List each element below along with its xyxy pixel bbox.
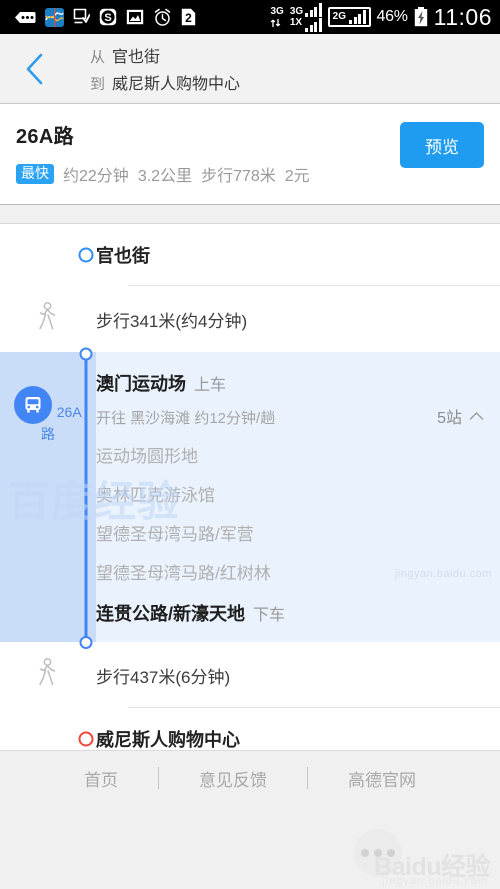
timeline-destination-content: 威尼斯人购物中心 (96, 726, 500, 752)
timeline-walk-first-content: 步行341米(约4分钟) (96, 307, 500, 332)
list-item: 运动场圆形地 (96, 447, 198, 466)
status-bar: S 2 3G 3G 1X 2G 46% 11:06 (0, 0, 500, 34)
footer-link-feedback[interactable]: 意见反馈 (159, 766, 307, 791)
status-bar-icons: S 2 (14, 7, 262, 27)
origin-row: 从 官也街 (90, 43, 240, 67)
footer-link-official-site[interactable]: 高德官网 (308, 766, 456, 791)
bus-line-badge: 26A路 (8, 386, 88, 444)
battery-percent: 46% (376, 8, 408, 25)
network-secondary-top-label: 3G (289, 5, 304, 17)
footer-nav: 首页 意见反馈 高德官网 (0, 750, 500, 805)
destination-row: 到 威尼斯人购物中心 (90, 70, 240, 94)
network-primary-label: 3G (270, 5, 284, 17)
bus-headway-info: 开往 黑沙海滩 约12分钟/趟 (96, 410, 276, 427)
footer-link-home[interactable]: 首页 (44, 766, 158, 791)
destination-label: 威尼斯人购物中心 (96, 730, 240, 750)
list-item: 望德圣母湾马路/军营 (96, 525, 254, 544)
timeline-walk-second-row: 步行437米(6分钟) (0, 642, 500, 708)
stop-count-label: 5站 (437, 410, 462, 427)
nav-header: 从 官也街 到 威尼斯人购物中心 (0, 34, 500, 104)
origin-destination-block: 从 官也街 到 威尼斯人购物中心 (70, 43, 240, 94)
alight-stop-name: 连贯公路/新濠天地 (96, 604, 246, 624)
chevron-left-icon (26, 53, 43, 84)
route-fare: 2元 (284, 168, 310, 185)
app-root: S 2 3G 3G 1X 2G 46% 11:06 从 官也街 到 威尼斯人购物… (0, 0, 500, 889)
stop-count-toggle[interactable]: 5站 (437, 404, 484, 428)
route-duration: 约22分钟 (63, 168, 129, 185)
network-boxed-2g: 2G (327, 7, 371, 27)
alight-stop-row: 连贯公路/新濠天地 下车 (96, 600, 484, 626)
preview-button[interactable]: 预览 (400, 122, 484, 168)
timeline-walk-second-content: 步行437米(6分钟) (96, 663, 500, 688)
from-prefix-label: 从 (90, 49, 106, 66)
chevron-up-icon (469, 412, 484, 420)
board-stop-name: 澳门运动场 (96, 374, 186, 394)
walk-second-label: 步行437米(6分钟) (96, 667, 231, 687)
from-value: 官也街 (112, 49, 161, 66)
route-distance: 3.2公里 (137, 168, 193, 185)
network-secondary-bottom-label: 1X (289, 16, 303, 28)
destination-marker-icon (78, 731, 94, 747)
photo-icon (126, 9, 144, 25)
network-secondary: 3G 1X (289, 2, 322, 32)
signal-bars-secondary-icon (305, 17, 322, 32)
origin-marker-icon (78, 247, 94, 263)
svg-text:S: S (104, 12, 111, 24)
timeline-origin-row: 官也街 (0, 224, 500, 286)
timeline-walk-first-row: 步行341米(约4分钟) (0, 286, 500, 352)
section-divider (0, 204, 500, 224)
signal-bars-2g-icon (349, 10, 366, 24)
status-bar-clock: 11:06 (433, 3, 492, 30)
route-timeline: 官也街 步行341米(约4分钟) 26A路 澳门运动场 上车 开往 黑沙海滩 约… (0, 224, 500, 770)
list-item: 奥林匹克游泳馆 (96, 486, 215, 505)
walking-person-icon (36, 302, 60, 337)
board-stop-row: 澳门运动场 上车 (96, 370, 484, 396)
list-item: 望德圣母湾马路/红树林 (96, 564, 271, 583)
s-circle-icon: S (99, 8, 117, 26)
watermark-url: jingyan.baidu.com (382, 875, 488, 887)
battery-charging-icon (414, 7, 428, 27)
network-boxed-label: 2G (332, 11, 347, 22)
signal-bars-icon (305, 2, 322, 17)
stocks-app-icon (45, 7, 64, 27)
origin-label: 官也街 (96, 246, 150, 266)
sim-two-icon: 2 (181, 8, 196, 26)
bus-icon (14, 386, 53, 424)
walking-person-icon (36, 658, 60, 693)
bus-gutter: 26A路 (0, 347, 96, 649)
back-button[interactable] (0, 34, 70, 104)
board-tag-label: 上车 (194, 377, 227, 394)
alarm-clock-icon (153, 8, 172, 27)
system-menu-button[interactable] (354, 829, 402, 877)
route-summary-card[interactable]: 26A路 最快 约22分钟 3.2公里 步行778米 2元 预览 (0, 104, 500, 204)
to-prefix-label: 到 (90, 76, 106, 93)
intermediate-stops-list: 运动场圆形地 奥林匹克游泳馆 望德圣母湾马路/军营 望德圣母湾马路/红树林 (96, 442, 484, 584)
status-bar-network: 3G 3G 1X 2G 46% 11:06 (270, 2, 492, 32)
to-value: 威尼斯人购物中心 (112, 76, 241, 93)
timeline-origin-content: 官也街 (96, 242, 500, 268)
download-icon (73, 8, 90, 26)
bus-details: 澳门运动场 上车 开往 黑沙海滩 约12分钟/趟 5站 运动场圆形地 奥林匹克游… (96, 352, 500, 642)
timeline-bus-section[interactable]: 26A路 澳门运动场 上车 开往 黑沙海滩 约12分钟/趟 5站 运动场圆形地 … (0, 347, 500, 649)
svg-text:2: 2 (185, 11, 192, 25)
network-primary: 3G (270, 5, 284, 28)
board-node-icon (79, 347, 93, 361)
dots-pill-icon (14, 11, 36, 24)
walk-first-label: 步行341米(约4分钟) (96, 311, 248, 331)
route-walk-distance: 步行778米 (201, 168, 276, 185)
fastest-badge: 最快 (16, 164, 54, 184)
data-arrows-icon (271, 18, 281, 27)
alight-tag-label: 下车 (253, 607, 286, 624)
